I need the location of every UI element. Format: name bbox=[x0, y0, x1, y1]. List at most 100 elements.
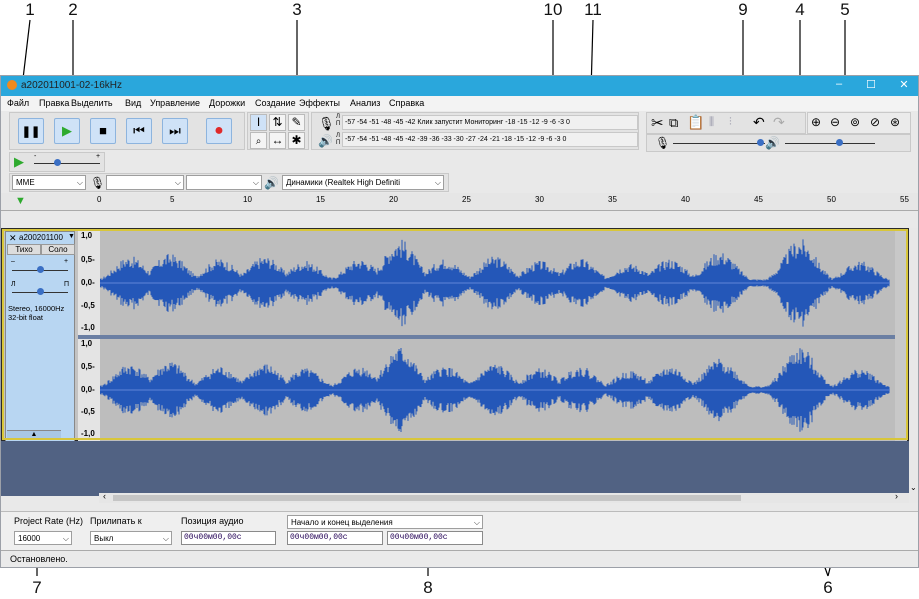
chevron-down-icon: ⌵ bbox=[252, 178, 259, 187]
selection-tool[interactable]: I bbox=[250, 114, 267, 131]
ruler-tick-label: 55 bbox=[900, 195, 909, 204]
track-format-bits: 32-bit float bbox=[8, 313, 44, 322]
play-at-speed-icon[interactable]: ▶ bbox=[14, 154, 24, 170]
envelope-tool[interactable]: ⇅ bbox=[269, 114, 286, 131]
playback-meter[interactable]: -57 -54 -51 -48 -45 -42 -39 -36 -33 -30 … bbox=[342, 132, 638, 147]
track-format-rate: Stereo, 16000Hz bbox=[8, 304, 65, 313]
menu-generate[interactable]: Создание bbox=[255, 98, 296, 108]
solo-button[interactable]: Соло bbox=[41, 244, 75, 255]
maximize-button[interactable]: ☐ bbox=[861, 78, 881, 93]
speed-knob[interactable] bbox=[54, 159, 62, 166]
chevron-down-icon: ⌵ bbox=[473, 518, 480, 527]
gain-min-label: – bbox=[11, 258, 15, 265]
caret-down-icon: ▼ bbox=[68, 233, 75, 240]
horizontal-scrollbar[interactable]: ‹ › bbox=[99, 491, 909, 503]
menu-effects[interactable]: Эффекты bbox=[299, 98, 340, 108]
playback-volume-knob[interactable] bbox=[836, 139, 843, 146]
close-track-icon[interactable]: ✕ bbox=[9, 233, 17, 244]
project-rate-select[interactable]: 16000 ⌵ bbox=[14, 531, 72, 545]
skip-start-icon: ⏮ bbox=[133, 123, 145, 138]
pause-button[interactable]: ❚❚ bbox=[18, 118, 44, 144]
menu-transport[interactable]: Управление bbox=[150, 98, 200, 108]
timeline-ruler[interactable]: ▼ 0 5 10 15 20 25 30 35 40 45 50 55 bbox=[1, 193, 918, 211]
play-at-speed-slider[interactable] bbox=[34, 163, 100, 164]
selection-start-field[interactable]: 00ч00м00,00с bbox=[287, 531, 383, 545]
record-volume-knob[interactable] bbox=[757, 139, 765, 146]
menu-file[interactable]: Файл bbox=[7, 98, 29, 108]
playback-device-select[interactable]: Динамики (Realtek High Definiti ⌵ bbox=[282, 175, 444, 190]
scroll-down-icon[interactable]: ⌄ bbox=[910, 483, 917, 492]
zoom-tool[interactable]: ⌕ bbox=[250, 132, 267, 149]
fit-selection-icon[interactable]: ⊚ bbox=[850, 115, 860, 129]
menu-view[interactable]: Вид bbox=[125, 98, 141, 108]
selection-mode-select[interactable]: Начало и конец выделения ⌵ bbox=[287, 515, 483, 529]
recording-device-select[interactable]: ⌵ bbox=[106, 175, 184, 190]
mute-button[interactable]: Тихо bbox=[7, 244, 41, 255]
playback-volume-icon: 🔊 bbox=[765, 136, 780, 150]
track-name-menu[interactable]: a200201100 bbox=[19, 233, 63, 242]
microphone-icon: 🎙 bbox=[318, 116, 335, 131]
draw-tool[interactable]: ✎ bbox=[288, 114, 305, 131]
audio-position-label: Позиция аудио bbox=[181, 516, 244, 526]
zoom-out-icon[interactable]: ⊖ bbox=[830, 115, 840, 129]
copy-icon[interactable]: ⧉ bbox=[669, 115, 678, 131]
record-meter[interactable]: -57 -54 -51 -48 -45 -42 Клик запустит Мо… bbox=[342, 115, 638, 130]
ruler-tick-label: 25 bbox=[462, 195, 471, 204]
gain-knob[interactable] bbox=[37, 266, 44, 273]
vertical-scrollbar[interactable]: ⌄ bbox=[909, 228, 918, 503]
ruler-tick-label: 20 bbox=[389, 195, 398, 204]
play-button[interactable]: ▶ bbox=[54, 118, 80, 144]
record-meter-left-letter: Л bbox=[336, 114, 340, 120]
timeshift-tool[interactable]: ↔ bbox=[269, 132, 286, 149]
ruler-tick-label: 10 bbox=[243, 195, 252, 204]
snap-to-select[interactable]: Выкл ⌵ bbox=[90, 531, 172, 545]
waveform-left-channel[interactable] bbox=[99, 231, 895, 335]
menu-help[interactable]: Справка bbox=[389, 98, 424, 108]
menu-select[interactable]: Выделить bbox=[71, 98, 113, 108]
play-at-speed-toolbar: ▶ - + bbox=[9, 152, 105, 172]
scroll-left-icon[interactable]: ‹ bbox=[103, 491, 106, 501]
chevron-down-icon: ⌵ bbox=[174, 178, 181, 187]
recording-channels-select[interactable]: ⌵ bbox=[186, 175, 262, 190]
trim-icon[interactable]: ⫼ bbox=[709, 116, 714, 129]
playback-volume-slider[interactable] bbox=[785, 143, 875, 144]
fit-project-icon[interactable]: ⊘ bbox=[870, 115, 880, 129]
zoom-toggle-icon[interactable]: ⊛ bbox=[890, 115, 900, 129]
snap-to-value: Выкл bbox=[94, 534, 114, 543]
silence-icon[interactable]: ⫶ bbox=[729, 116, 732, 129]
record-meter-right-letter: П bbox=[336, 121, 341, 127]
menu-tracks[interactable]: Дорожки bbox=[209, 98, 245, 108]
selection-end-field[interactable]: 00ч00м00,00с bbox=[387, 531, 483, 545]
minimize-button[interactable]: – bbox=[829, 78, 849, 93]
paste-icon[interactable]: 📋 bbox=[687, 114, 704, 131]
scale-label: 1,0 bbox=[81, 339, 93, 348]
redo-icon[interactable]: ↷ bbox=[773, 114, 785, 131]
cut-icon[interactable]: ✂ bbox=[651, 114, 664, 132]
pan-knob[interactable] bbox=[37, 288, 44, 295]
empty-project-area[interactable] bbox=[1, 441, 909, 496]
scroll-right-icon[interactable]: › bbox=[895, 491, 898, 501]
menu-analyze[interactable]: Анализ bbox=[350, 98, 380, 108]
envelope-tool-icon: ⇅ bbox=[272, 115, 283, 129]
multi-tool[interactable]: ✱ bbox=[288, 132, 305, 149]
ruler-tick-label: 5 bbox=[170, 195, 175, 204]
audio-host-select[interactable]: MME ⌵ bbox=[12, 175, 86, 190]
timeline-play-indicator[interactable]: ▼ bbox=[15, 195, 26, 207]
vertical-scale-bottom[interactable]: 1,0 0,5- 0,0- -0,5 -1,0 bbox=[78, 339, 100, 441]
undo-icon[interactable]: ↶ bbox=[753, 114, 765, 131]
menu-edit[interactable]: Правка bbox=[39, 98, 69, 108]
skip-end-button[interactable]: ⏭ bbox=[162, 118, 188, 144]
close-button[interactable]: ✕ bbox=[894, 78, 914, 93]
collapse-track-button[interactable]: ▲ bbox=[7, 430, 61, 440]
zoom-in-icon[interactable]: ⊕ bbox=[811, 115, 821, 129]
vertical-scale-top[interactable]: 1,0 0,5- 0,0- -0,5 -1,0 bbox=[78, 231, 100, 335]
waveform-right-channel[interactable] bbox=[99, 339, 895, 441]
record-volume-slider[interactable] bbox=[673, 143, 765, 144]
horizontal-scroll-thumb[interactable] bbox=[113, 495, 741, 501]
audio-position-field[interactable]: 00ч00м00,00с bbox=[181, 531, 276, 545]
stop-button[interactable]: ■ bbox=[90, 118, 116, 144]
record-button[interactable]: ● bbox=[206, 118, 232, 144]
ruler-tick-label: 45 bbox=[754, 195, 763, 204]
skip-start-button[interactable]: ⏮ bbox=[126, 118, 152, 144]
scale-label: 0,0- bbox=[81, 278, 95, 287]
